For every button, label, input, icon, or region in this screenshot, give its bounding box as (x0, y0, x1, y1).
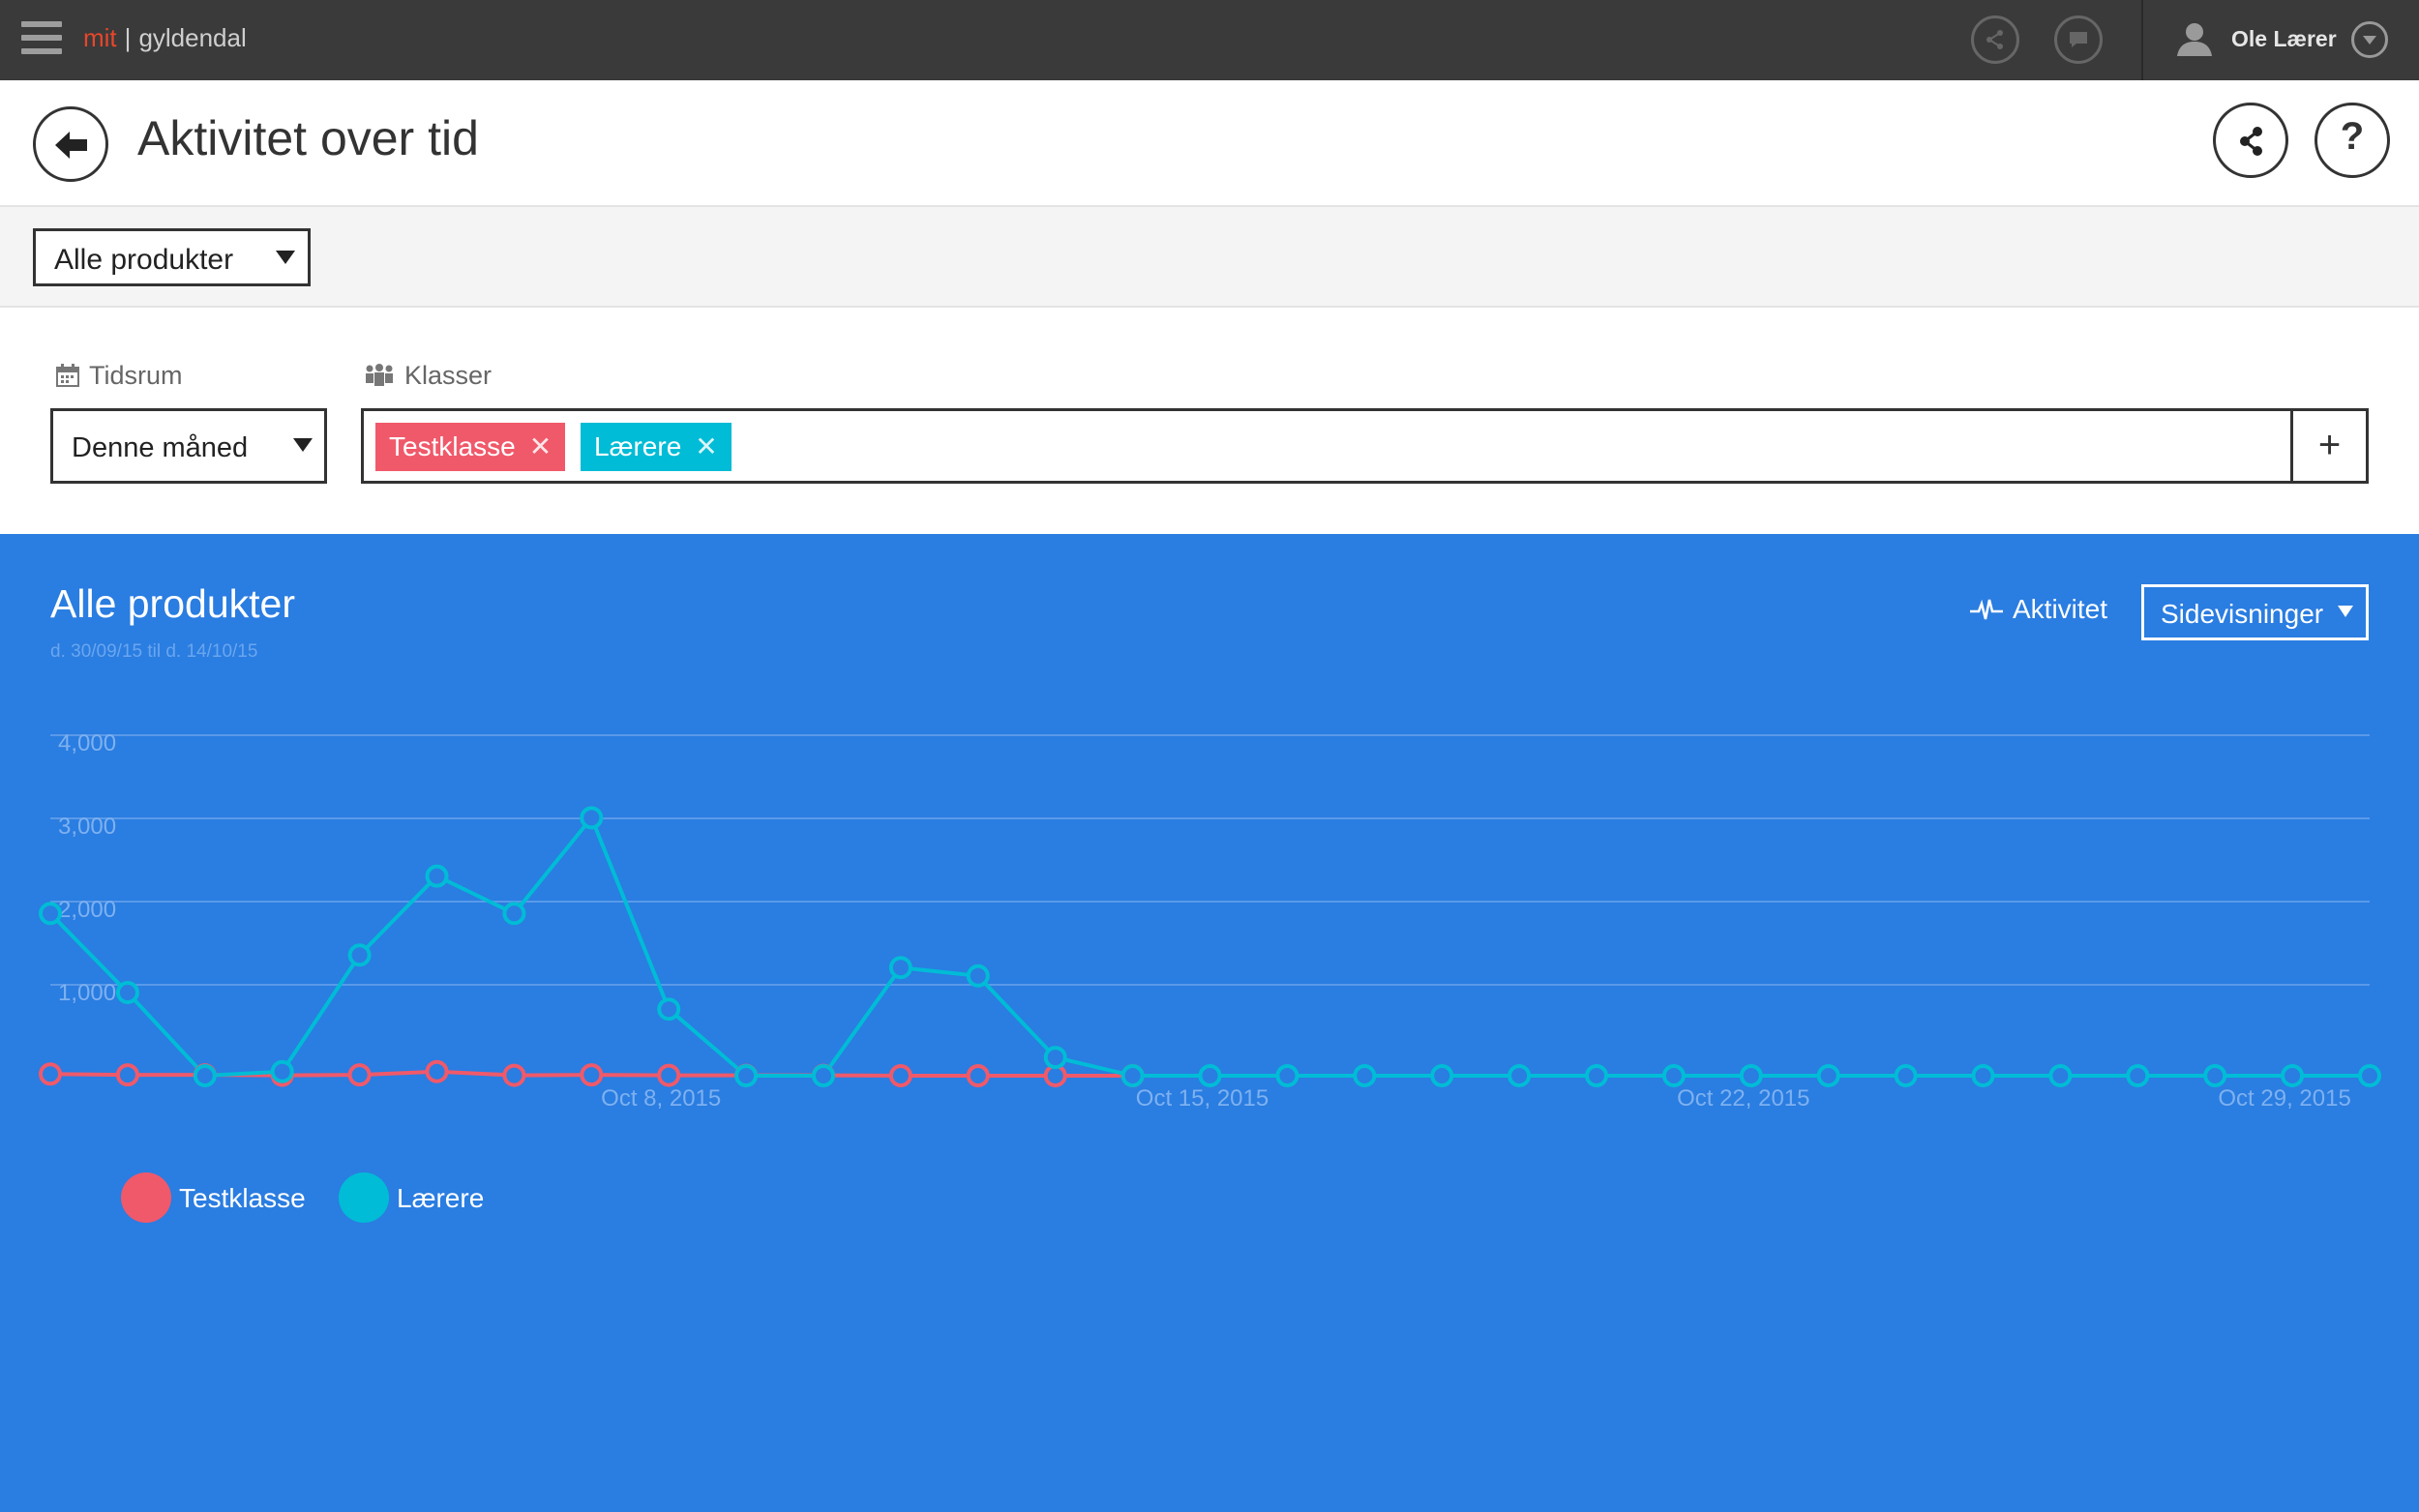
product-select-value: Alle produkter (54, 244, 234, 276)
back-button[interactable] (33, 106, 108, 182)
legend-label: Testklasse (179, 1183, 306, 1213)
data-point (1430, 1064, 1454, 1087)
data-point (2358, 1064, 2381, 1087)
data-point (1275, 1064, 1299, 1087)
close-icon[interactable]: ✕ (529, 431, 552, 461)
help-icon: ? (2340, 115, 2365, 158)
caret-down-icon (276, 251, 295, 264)
product-select[interactable]: Alle produkter (33, 228, 311, 286)
data-point (1894, 1064, 1918, 1087)
data-point (2281, 1064, 2305, 1087)
series-line-laerere (48, 814, 2370, 1079)
menu-icon[interactable] (21, 21, 62, 56)
data-point (425, 864, 449, 888)
product-bar: Alle produkter (0, 207, 2419, 308)
data-point (888, 1064, 912, 1087)
share-icon (2240, 127, 2262, 156)
data-point (888, 956, 912, 980)
data-point (1120, 1064, 1145, 1087)
legend-label: Lærere (397, 1183, 485, 1213)
arrow-left-icon (55, 132, 87, 159)
brand-logo[interactable]: mit | gyldendal (83, 23, 247, 53)
close-icon[interactable]: ✕ (695, 431, 717, 461)
class-tag-laerere[interactable]: Lærere ✕ (581, 423, 732, 471)
y-tick-label: 3,000 (58, 814, 116, 840)
data-point (1508, 1064, 1532, 1087)
add-class-button[interactable]: + (2290, 411, 2366, 481)
data-point (1353, 1064, 1377, 1087)
data-point (193, 1064, 217, 1087)
share-button[interactable] (2213, 103, 2288, 178)
period-label-text: Tidsrum (89, 361, 183, 390)
data-point (1661, 1064, 1686, 1087)
data-point (1585, 1064, 1608, 1087)
data-point (347, 943, 372, 967)
page-title: Aktivitet over tid (137, 111, 479, 165)
x-tick-label: Oct 8, 2015 (601, 1085, 721, 1112)
data-point (502, 902, 526, 926)
classes-input[interactable]: Testklasse ✕ Lærere ✕ + (361, 408, 2369, 484)
legend-swatch (339, 1172, 389, 1223)
brand-name: gyldendal (138, 23, 247, 52)
brand-separator: | (124, 23, 132, 52)
data-point (1816, 1064, 1840, 1087)
help-button[interactable]: ? (2314, 103, 2390, 178)
classes-label: Klasser (364, 361, 492, 391)
user-icon[interactable] (2175, 21, 2214, 61)
period-select[interactable]: Denne måned (50, 408, 327, 484)
data-point (2126, 1064, 2150, 1087)
data-point (115, 981, 139, 1004)
x-tick-label: Oct 22, 2015 (1677, 1085, 1809, 1112)
share-icon[interactable] (1971, 15, 2019, 64)
filters-section: Tidsrum Klasser Denne måned Testklasse ✕ … (0, 308, 2419, 534)
brand-mit: mit (83, 23, 117, 52)
data-point (270, 1059, 294, 1083)
x-tick-label: Oct 15, 2015 (1136, 1085, 1269, 1112)
data-point (1198, 1064, 1222, 1087)
group-icon (366, 364, 393, 386)
data-point (580, 806, 604, 830)
data-point (1043, 1046, 1067, 1070)
data-point (115, 1063, 139, 1087)
data-point (580, 1063, 604, 1087)
legend-swatch (121, 1172, 171, 1223)
data-point (347, 1063, 372, 1087)
data-point (966, 1064, 990, 1087)
y-tick-label: 4,000 (58, 730, 116, 756)
topbar-divider (2141, 0, 2143, 80)
data-point (2048, 1064, 2073, 1087)
data-point (1739, 1064, 1763, 1087)
y-tick-label: 2,000 (58, 897, 116, 923)
period-select-value: Denne måned (72, 432, 249, 463)
top-bar: mit | gyldendal Ole Lærer (0, 0, 2419, 80)
y-tick-label: 1,000 (58, 980, 116, 1006)
data-point (657, 997, 681, 1022)
data-point (1971, 1064, 1995, 1087)
data-point (425, 1059, 449, 1083)
data-point (734, 1064, 759, 1087)
data-point (502, 1063, 526, 1087)
class-tag-label: Lærere (594, 431, 682, 461)
calendar-icon (56, 364, 79, 387)
line-chart: 1,000 2,000 3,000 4,000 Oct 8, 2015 Oct 15, 2… (39, 730, 2381, 1112)
page-header: Aktivitet over tid ? (0, 80, 2419, 207)
chat-icon[interactable] (2054, 15, 2103, 64)
data-point (39, 1062, 62, 1086)
user-name[interactable]: Ole Lærer (2231, 26, 2337, 52)
chart-panel: Alle produkter d. 30/09/15 til d. 14/10/… (0, 534, 2419, 1512)
x-tick-label: Oct 29, 2015 (2218, 1085, 2350, 1112)
classes-label-text: Klasser (404, 361, 493, 390)
data-point (812, 1064, 835, 1087)
data-point (657, 1063, 681, 1087)
chevron-down-icon[interactable] (2351, 21, 2388, 58)
class-tag-label: Testklasse (389, 431, 516, 461)
data-point (2203, 1064, 2227, 1087)
caret-down-icon (293, 438, 313, 452)
period-label: Tidsrum (56, 361, 183, 391)
class-tag-testklasse[interactable]: Testklasse ✕ (375, 423, 566, 471)
data-point (39, 902, 62, 926)
data-point (966, 964, 990, 988)
